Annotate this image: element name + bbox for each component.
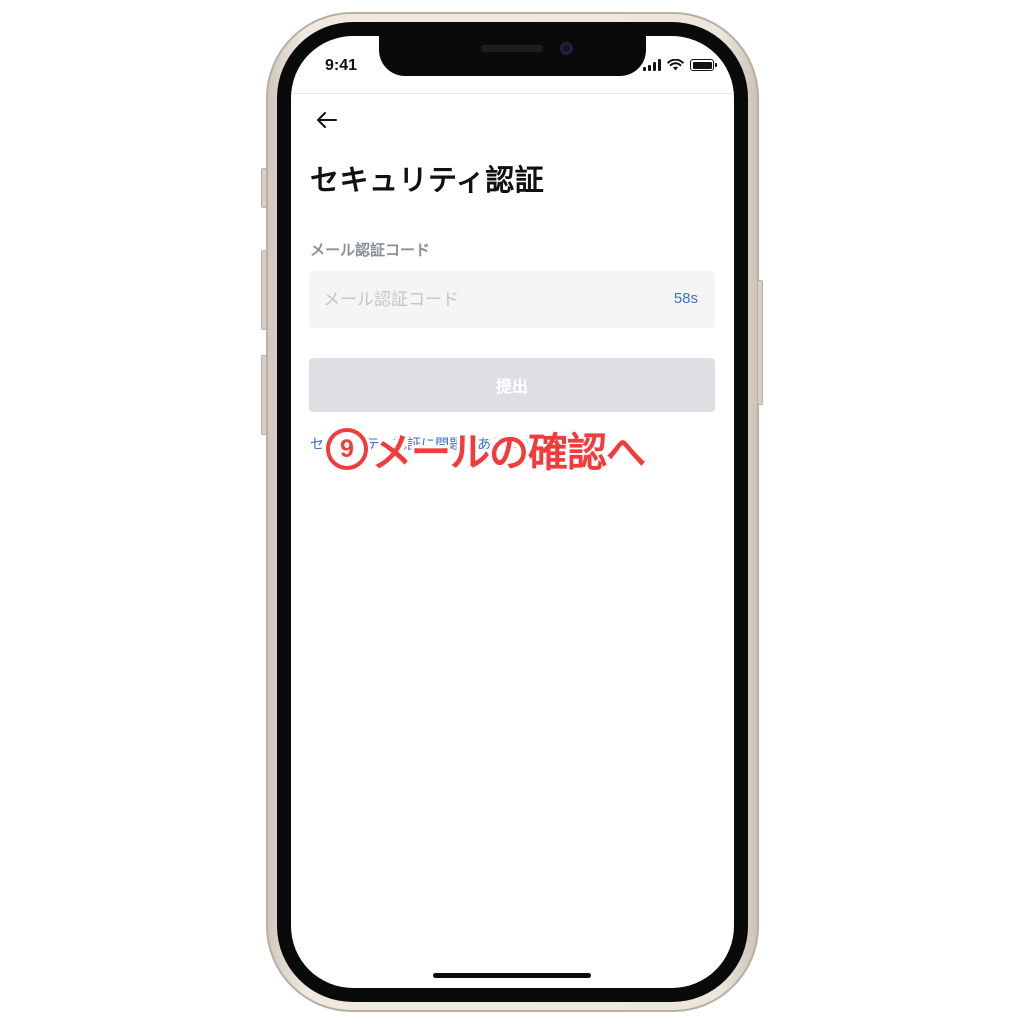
email-code-input[interactable] [309, 271, 639, 328]
step-number-badge: 9 [326, 428, 368, 470]
speaker-grille [481, 45, 543, 52]
wifi-icon [667, 59, 684, 71]
resend-countdown: 58s [673, 290, 698, 307]
battery-level [692, 61, 712, 69]
mute-switch [261, 168, 267, 208]
phone-screen: 9:41 セキュリティ認証 メール認証コード 58s 提出 セキュリティ認証に問… [291, 36, 734, 988]
volume-up-button [261, 250, 267, 330]
back-button[interactable] [313, 106, 341, 134]
battery-icon [690, 59, 717, 71]
email-code-label: メール認証コード [310, 241, 431, 259]
home-indicator [433, 973, 591, 978]
notch [379, 36, 646, 76]
step-annotation: 9 メールの確認へ [326, 420, 646, 478]
arrow-left-icon [317, 112, 337, 128]
submit-button[interactable]: 提出 [309, 358, 715, 412]
status-icons [643, 59, 717, 71]
header-divider [291, 93, 734, 94]
page-title: セキュリティ認証 [310, 163, 545, 197]
front-camera [560, 42, 573, 55]
status-time: 9:41 [325, 57, 358, 74]
power-button [757, 280, 763, 405]
cellular-signal-icon [643, 59, 661, 71]
step-annotation-text: メールの確認へ [372, 430, 646, 476]
email-code-field: 58s [309, 271, 715, 328]
volume-down-button [261, 355, 267, 435]
